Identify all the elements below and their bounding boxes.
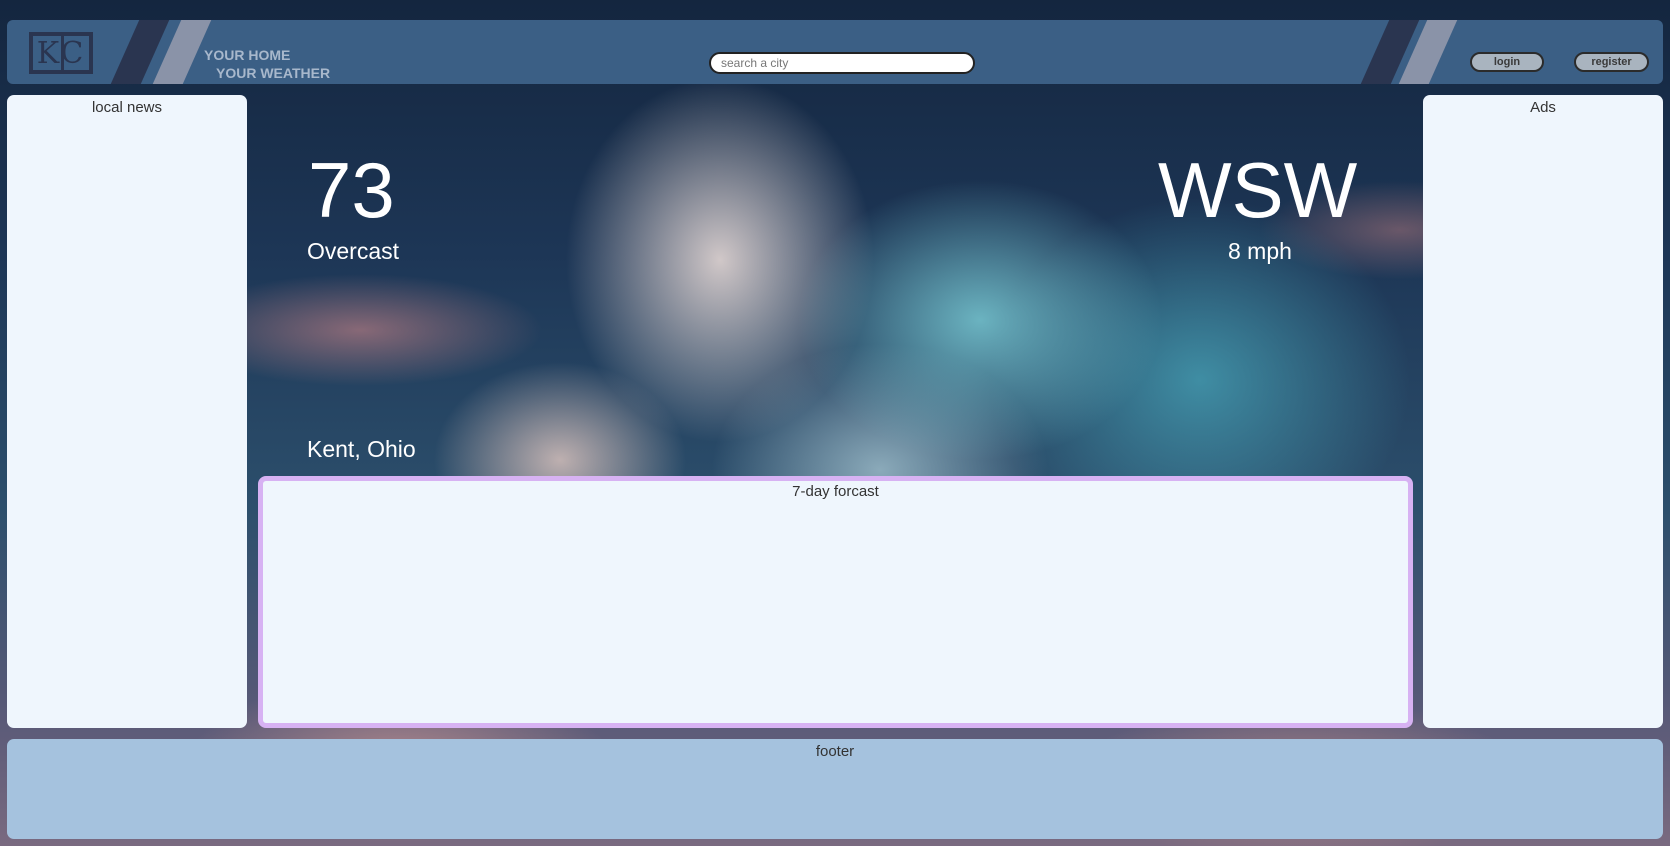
- logo-divider: [61, 36, 64, 70]
- location-name: Kent, Ohio: [307, 436, 416, 462]
- ads-panel: Ads: [1423, 95, 1663, 728]
- login-button[interactable]: login: [1470, 52, 1544, 72]
- wind-speed: 8 mph: [1228, 238, 1292, 264]
- local-news-panel: local news: [7, 95, 247, 728]
- ads-title: Ads: [1530, 99, 1556, 116]
- seven-day-forecast-panel: 7-day forcast: [258, 476, 1413, 728]
- city-search-input[interactable]: [709, 52, 975, 74]
- site-logo[interactable]: KC: [29, 32, 93, 74]
- header-bar: KC YOUR HOME YOUR WEATHER login register: [7, 20, 1663, 84]
- wind-direction: WSW: [1158, 146, 1358, 234]
- weather-condition: Overcast: [307, 238, 400, 264]
- footer: footer: [7, 739, 1663, 839]
- site-tagline: YOUR HOME YOUR WEATHER: [204, 46, 330, 82]
- register-button[interactable]: register: [1574, 52, 1649, 72]
- temperature-value: 73: [308, 146, 395, 234]
- tagline-line-2: YOUR WEATHER: [216, 65, 331, 81]
- footer-label: footer: [815, 743, 855, 760]
- tagline-line-1: YOUR HOME: [204, 47, 291, 63]
- forecast-title: 7-day forcast: [792, 483, 879, 500]
- local-news-title: local news: [91, 99, 163, 116]
